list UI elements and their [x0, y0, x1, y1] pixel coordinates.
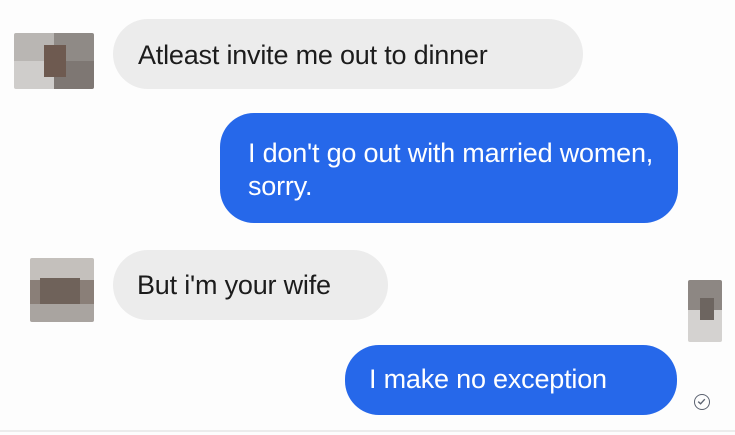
message-text: I make no exception [369, 364, 607, 394]
message-text: Atleast invite me out to dinner [138, 40, 488, 70]
message-text: I don't go out with married women, sorry… [248, 138, 654, 201]
message-bubble-outgoing[interactable]: I don't go out with married women, sorry… [220, 113, 678, 223]
seen-by-avatar [688, 280, 722, 342]
message-bubble-outgoing[interactable]: I make no exception [345, 345, 677, 415]
divider [0, 430, 735, 432]
sender-avatar[interactable] [14, 33, 94, 89]
check-circle-icon [694, 394, 710, 410]
sender-avatar[interactable] [30, 258, 94, 322]
message-bubble-incoming[interactable]: But i'm your wife [113, 250, 388, 320]
message-text: But i'm your wife [137, 270, 331, 300]
chat-thread: Atleast invite me out to dinner I don't … [0, 0, 735, 435]
message-bubble-incoming[interactable]: Atleast invite me out to dinner [113, 19, 583, 89]
